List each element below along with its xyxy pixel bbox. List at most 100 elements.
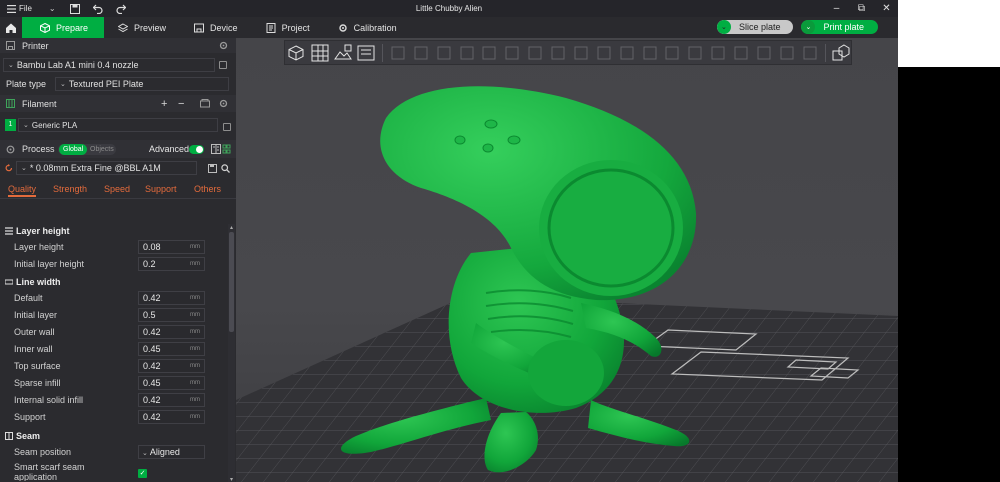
settings-gear-icon[interactable] <box>219 41 228 50</box>
emboss-icon <box>780 46 794 59</box>
grid-icon[interactable] <box>222 144 231 154</box>
minimize-button[interactable]: – <box>831 3 842 14</box>
redo-icon[interactable] <box>116 4 126 14</box>
assembly-tool[interactable] <box>640 43 659 63</box>
tab-project[interactable]: Project <box>252 17 324 38</box>
parameter-list[interactable]: Layer height Layer height 0.08 mm Initial… <box>0 223 236 481</box>
rotate-tool[interactable] <box>411 43 430 63</box>
split-tool[interactable] <box>480 43 499 63</box>
layout-tool[interactable] <box>457 43 476 63</box>
default-width-input[interactable]: 0.42 mm <box>138 290 205 305</box>
variable-layer-tool[interactable] <box>800 43 819 63</box>
scale-tool[interactable] <box>434 43 453 63</box>
parameter-scrollbar[interactable]: ▴ ▾ <box>228 224 235 482</box>
printer-select[interactable]: ⌄ Bambu Lab A1 mini 0.4 nozzle <box>3 58 215 72</box>
cut-tool[interactable] <box>503 43 522 63</box>
process-preset-select[interactable]: ⌄ * 0.08mm Extra Fine @BBL A1M <box>16 161 197 175</box>
seam-paint-tool[interactable] <box>549 43 568 63</box>
sync-filament-icon[interactable] <box>200 99 210 108</box>
filament-section-header[interactable]: Filament + − <box>0 95 236 112</box>
tab-strength[interactable]: Strength <box>53 184 87 194</box>
brim-tool[interactable] <box>663 43 682 63</box>
support-width-input[interactable]: 0.42 mm <box>138 409 205 424</box>
scroll-thumb[interactable] <box>229 232 234 332</box>
measure-tool[interactable] <box>617 43 636 63</box>
initial-layer-height-input[interactable]: 0.2 mm <box>138 256 205 271</box>
plate-settings-tool[interactable] <box>357 43 376 63</box>
save-icon[interactable] <box>70 3 80 14</box>
move-tool[interactable] <box>388 43 407 63</box>
global-option[interactable]: Global <box>59 144 88 155</box>
internal-solid-infill-width-input[interactable]: 0.42 mm <box>138 392 205 407</box>
plate-icon <box>357 45 375 60</box>
param-smart-scarf: Smart scarf seam application ✓ <box>0 460 236 481</box>
fill-icon <box>711 46 725 59</box>
reset-icon[interactable] <box>5 164 13 172</box>
global-objects-toggle[interactable]: Global Objects <box>58 144 116 155</box>
color-paint-tool[interactable] <box>571 43 590 63</box>
filament-gear-icon[interactable] <box>219 99 228 108</box>
search-icon[interactable] <box>221 164 230 173</box>
filament-slot-badge[interactable]: 1 <box>5 119 16 131</box>
brim-icon <box>665 46 679 59</box>
smart-scarf-checkbox[interactable]: ✓ <box>138 469 147 478</box>
tab-prepare[interactable]: Prepare <box>22 17 105 38</box>
undo-icon[interactable] <box>93 4 103 14</box>
layout-icon <box>460 46 473 59</box>
file-menu[interactable]: File ⌄ <box>0 4 56 13</box>
tab-support[interactable]: Support <box>145 184 177 194</box>
viewport-toolbar <box>284 40 852 65</box>
close-button[interactable]: ✕ <box>881 3 892 14</box>
advanced-toggle[interactable] <box>189 145 204 154</box>
cut-icon <box>505 46 519 59</box>
3d-viewport[interactable] <box>236 38 898 482</box>
param-seam-position: Seam position ⌄ Aligned <box>0 443 236 460</box>
split-objects-tool[interactable] <box>832 43 851 63</box>
title-bar: File ⌄ Little Chubby Alien – ⧉ ✕ <box>0 0 898 17</box>
emboss-tool[interactable] <box>777 43 796 63</box>
add-filament-button[interactable]: + <box>161 98 167 110</box>
text-tool[interactable] <box>594 43 613 63</box>
compare-icon[interactable] <box>211 144 221 154</box>
layer-height-input[interactable]: 0.08 mm <box>138 239 205 254</box>
scroll-up-icon[interactable]: ▴ <box>228 224 235 231</box>
tab-calibration[interactable]: Calibration <box>324 17 411 38</box>
main-tab-bar: Prepare Preview Device Project Calibrati… <box>0 17 898 38</box>
arrange-grid-tool[interactable] <box>311 43 330 63</box>
scroll-down-icon[interactable]: ▾ <box>228 476 235 482</box>
chevron-down-icon[interactable]: ⌄ <box>716 20 731 34</box>
home-button[interactable] <box>0 17 22 38</box>
top-surface-width-input[interactable]: 0.42 mm <box>138 358 205 373</box>
seam-position-select[interactable]: ⌄ Aligned <box>138 444 205 459</box>
filament-name: Generic PLA <box>31 120 78 130</box>
support-paint-tool[interactable] <box>526 43 545 63</box>
print-plate-button[interactable]: ⌄ Print plate <box>801 20 878 34</box>
inner-wall-width-input[interactable]: 0.45 mm <box>138 341 205 356</box>
outer-wall-width-input[interactable]: 0.42 mm <box>138 324 205 339</box>
save-preset-icon[interactable] <box>208 164 217 173</box>
orient-tool[interactable] <box>732 43 751 63</box>
filament-select[interactable]: ⌄ Generic PLA <box>18 118 218 132</box>
slice-plate-button[interactable]: ⌄ Slice plate <box>716 20 794 34</box>
sparse-infill-width-input[interactable]: 0.45 mm <box>138 375 205 390</box>
tab-device[interactable]: Device <box>180 17 252 38</box>
mirror-tool[interactable] <box>754 43 773 63</box>
cube-view-tool[interactable] <box>686 43 705 63</box>
tab-preview[interactable]: Preview <box>104 17 180 38</box>
add-plate-tool[interactable] <box>334 43 353 63</box>
objects-option[interactable]: Objects <box>90 144 114 155</box>
remove-filament-button[interactable]: − <box>178 98 184 110</box>
edit-icon[interactable] <box>219 61 227 69</box>
add-object-tool[interactable] <box>288 43 307 63</box>
tab-others[interactable]: Others <box>194 184 221 194</box>
fill-tool[interactable] <box>709 43 728 63</box>
chevron-down-icon[interactable]: ⌄ <box>801 20 816 34</box>
printer-section-header[interactable]: Printer <box>0 38 236 53</box>
initial-layer-width-input[interactable]: 0.5 mm <box>138 307 205 322</box>
edit-icon[interactable] <box>223 123 231 131</box>
plate-type-select[interactable]: ⌄ Textured PEI Plate <box>55 76 229 91</box>
restore-button[interactable]: ⧉ <box>856 3 867 14</box>
chevron-down-icon: ⌄ <box>23 122 29 129</box>
tab-quality[interactable]: Quality <box>8 184 37 197</box>
tab-speed[interactable]: Speed <box>104 184 130 194</box>
